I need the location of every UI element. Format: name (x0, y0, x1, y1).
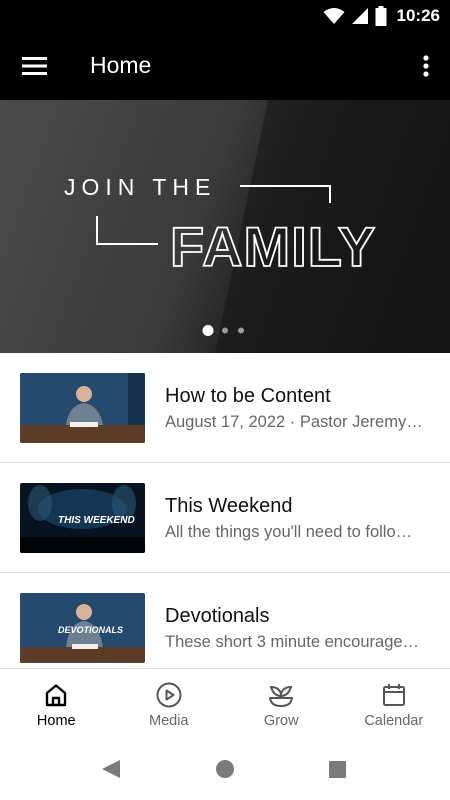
back-icon[interactable] (102, 760, 120, 778)
clock: 10:26 (396, 6, 440, 25)
hero-line1: JOIN THE (64, 174, 216, 200)
carousel-dot-active (202, 325, 214, 336)
item-subtitle: These short 3 minute encourage… (165, 633, 420, 651)
item-subtitle: August 17, 2022 · Pastor Jeremy… (165, 413, 423, 431)
hero-line2: FAMILY (170, 215, 376, 278)
thumb-caption: DEVOTIONALS (58, 625, 123, 635)
status-icons: 10:26 (323, 4, 440, 28)
item-title: Devotionals (165, 605, 270, 627)
cell-signal-icon (351, 8, 368, 24)
item-title: This Weekend (165, 495, 293, 517)
carousel-indicator[interactable] (0, 323, 450, 339)
item-title: How to be Content (165, 385, 331, 407)
page-title: Home (90, 52, 152, 78)
thumb-caption: THIS WEEKEND (58, 515, 135, 526)
hero-banner[interactable]: JOIN THE FAMILY (0, 100, 450, 353)
play-circle-icon (156, 682, 182, 708)
thumbnail: THIS WEEKEND (20, 483, 145, 553)
wifi-icon (323, 8, 345, 24)
hero-artwork: JOIN THE FAMILY (64, 100, 450, 353)
nav-media[interactable]: Media (113, 669, 226, 738)
hamburger-menu-icon (22, 57, 47, 75)
more-vertical-icon (423, 55, 429, 77)
thumbnail (20, 373, 145, 443)
system-navigation-bar (0, 738, 450, 800)
battery-icon (375, 6, 387, 26)
bottom-navigation: Home Media Grow Calendar (0, 668, 450, 738)
nav-label: Grow (263, 713, 299, 729)
sprout-icon (269, 685, 294, 707)
calendar-icon (382, 684, 405, 706)
nav-label: Calendar (364, 713, 424, 729)
list-item[interactable]: THIS WEEKEND This Weekend All the things… (0, 463, 450, 573)
carousel-dot (238, 327, 244, 334)
nav-calendar[interactable]: Calendar (338, 669, 450, 738)
list-item[interactable]: DEVOTIONALS Devotionals These short 3 mi… (0, 573, 450, 669)
carousel-dot (222, 327, 228, 334)
home-circle-icon[interactable] (216, 760, 234, 778)
list-item[interactable]: How to be Content August 17, 2022 · Past… (0, 353, 450, 463)
thumbnail: DEVOTIONALS (20, 593, 145, 663)
app-bar: Home (0, 32, 450, 100)
nav-grow[interactable]: Grow (225, 669, 338, 738)
recents-icon[interactable] (329, 761, 346, 778)
menu-button[interactable] (18, 50, 52, 82)
overflow-menu-button[interactable] (414, 48, 438, 84)
nav-label: Media (149, 713, 189, 729)
item-subtitle: All the things you'll need to follo… (165, 523, 413, 541)
home-icon (46, 684, 67, 707)
nav-label: Home (36, 713, 76, 729)
status-bar: 10:26 (0, 0, 450, 32)
nav-home[interactable]: Home (0, 669, 113, 738)
